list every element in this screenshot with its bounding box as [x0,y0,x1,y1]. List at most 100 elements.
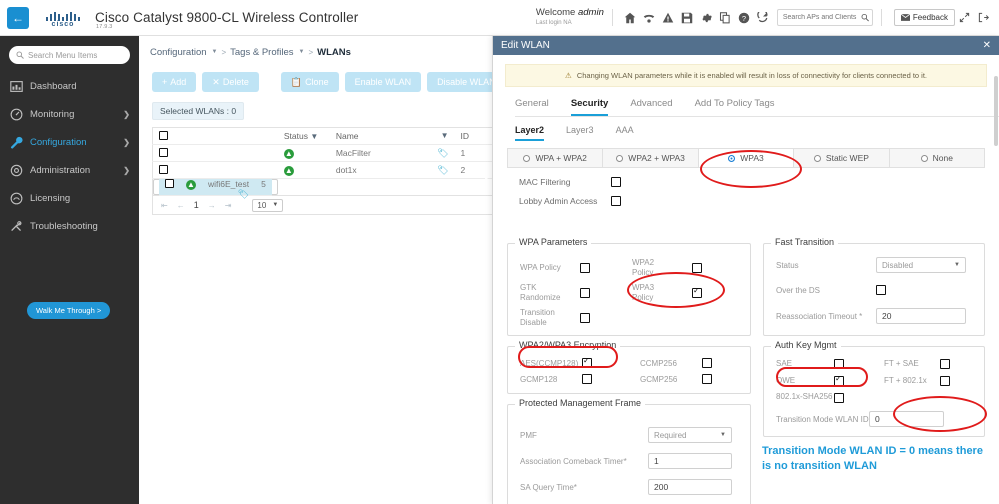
row-selection-arrow [485,176,492,190]
row-checkbox-cell[interactable] [159,178,180,196]
select-all-checkbox[interactable] [159,130,168,140]
chevron-down-icon: ▼ [272,202,279,208]
close-icon[interactable]: ✕ [983,40,991,51]
wpa-policy-row: WPA Policy [520,255,625,280]
radio-static-wep[interactable]: Static WEP [794,149,890,167]
lobby-admin-checkbox[interactable] [611,196,621,206]
first-page-button[interactable]: ⇤ [161,201,168,210]
help-icon[interactable]: ? [735,8,754,27]
subtab-layer2[interactable]: Layer2 [515,125,545,141]
row-checkbox[interactable] [159,147,168,157]
ccmp256-checkbox[interactable] [702,358,712,368]
sidebar-item-configuration[interactable]: Configuration ❯ [0,128,139,156]
subtab-aaa[interactable]: AAA [616,125,634,141]
table-row[interactable]: ▲ wifi6E_test 🏷 5 [153,178,278,199]
sidebar-item-monitoring[interactable]: Monitoring ❯ [0,100,139,128]
breadcrumb-tags-profiles[interactable]: Tags & Profiles [230,47,293,58]
encryption-group: WPA2/WPA3 Encryption AES(CCMP128) GCMP12… [507,340,751,394]
fast-transition-group: Fast Transition Status Disabled ▼ Over t… [763,237,985,336]
ft-over-ds-checkbox[interactable] [876,285,886,295]
transition-disable-checkbox[interactable] [580,312,590,323]
search-aps-clients-box[interactable] [776,9,873,26]
radio-none[interactable]: None [890,149,984,167]
sidebar-item-licensing[interactable]: Licensing [0,184,139,212]
dashboard-icon [10,80,30,93]
tab-add-to-policy-tags[interactable]: Add To Policy Tags [695,98,775,116]
radio-wpa3[interactable]: WPA3 [698,149,795,167]
sidebar-item-dashboard[interactable]: Dashboard [0,72,139,100]
refresh-icon[interactable] [754,8,773,27]
row-status: ▲ [277,161,330,179]
filter-icon[interactable]: ▼ [441,131,449,140]
breadcrumb-configuration[interactable]: Configuration [150,47,207,58]
expand-icon[interactable] [955,8,974,27]
divider [880,9,882,26]
row-checkbox-cell[interactable] [152,161,278,179]
wpa3-policy-checkbox[interactable] [692,286,702,298]
transition-mode-wlan-id-input[interactable]: 0 [869,411,944,427]
search-aps-clients-input[interactable] [780,13,861,22]
logout-icon[interactable] [974,8,993,27]
next-page-button[interactable]: → [208,201,216,210]
wpa2-policy-checkbox[interactable] [692,262,702,273]
table-row[interactable]: ▲ dot1x 🏷 2 [152,161,497,179]
tab-advanced[interactable]: Advanced [630,98,672,116]
menu-search-placeholder: Search Menu Items [28,50,98,60]
subtab-layer3[interactable]: Layer3 [566,125,594,141]
walk-me-through-button[interactable]: Walk Me Through > [27,302,111,319]
page-size-select[interactable]: 10 ▼ [252,198,284,212]
copy-icon[interactable] [716,8,735,27]
feedback-button[interactable]: Feedback [893,9,955,26]
aes-ccmp128-checkbox[interactable] [582,356,592,368]
filter-icon[interactable]: ▼ [310,132,318,141]
app-version: 17.9.3 [96,24,113,30]
alert-icon[interactable] [659,8,678,27]
current-page[interactable]: 1 [194,200,199,210]
radio-wpa-wpa2[interactable]: WPA + WPA2 [508,149,604,167]
wpa-policy-checkbox[interactable] [580,262,590,273]
sidebar-item-administration[interactable]: Administration ❯ [0,156,139,184]
owe-checkbox[interactable] [834,374,844,386]
last-page-button[interactable]: ⇥ [225,201,232,210]
gcmp128-checkbox[interactable] [582,374,592,384]
pmf-value: Required [654,430,687,440]
sae-row: SAE [776,355,871,372]
home-icon[interactable] [621,8,640,27]
add-button[interactable]: + Add [152,72,197,92]
ft-dot1x-checkbox[interactable] [940,375,950,386]
panel-scrollbar[interactable] [994,76,998,146]
ft-status-select[interactable]: Disabled ▼ [876,257,966,273]
radio-wpa2-wpa3[interactable]: WPA2 + WPA3 [603,149,699,167]
gear-icon[interactable] [697,8,716,27]
comeback-timer-input[interactable]: 1 [648,453,732,469]
ft-sae-row: FT + SAE [884,355,984,372]
ft-reassoc-input[interactable]: 20 [876,308,966,324]
dot1x-sha256-checkbox[interactable] [834,392,844,403]
tab-general[interactable]: General [515,98,549,116]
mac-filtering-checkbox[interactable] [611,177,621,187]
prev-page-button[interactable]: ← [177,201,185,210]
sidebar-item-troubleshooting[interactable]: Troubleshooting [0,212,139,240]
sidebar-label-administration: Administration [30,164,91,176]
gcmp256-checkbox[interactable] [702,374,712,384]
row-checkbox[interactable] [165,178,174,188]
gtk-randomize-checkbox[interactable] [580,287,590,298]
access-point-icon[interactable] [640,8,659,27]
table-row[interactable]: ▲ MacFilter 🏷 1 [152,144,497,162]
sae-checkbox[interactable] [834,358,844,369]
select-all-checkbox-cell[interactable] [152,127,278,145]
row-checkbox-cell[interactable] [152,144,278,162]
ft-sae-checkbox[interactable] [940,358,950,369]
enable-wlan-button[interactable]: Enable WLAN [344,72,422,92]
tab-security[interactable]: Security [570,98,609,116]
back-arrow-icon[interactable]: ← [7,6,29,29]
menu-search-box[interactable]: Search Menu Items [9,46,130,64]
lobby-admin-row: Lobby Admin Access [519,196,999,206]
row-checkbox[interactable] [159,164,168,174]
save-icon[interactable] [678,8,697,27]
pmf-select[interactable]: Required ▼ [648,427,732,443]
row-name-label: dot1x [335,164,357,175]
clone-button[interactable]: 📋 Clone [280,72,339,92]
delete-button[interactable]: ✕ Delete [202,72,259,92]
sa-query-time-input[interactable]: 200 [648,479,732,495]
